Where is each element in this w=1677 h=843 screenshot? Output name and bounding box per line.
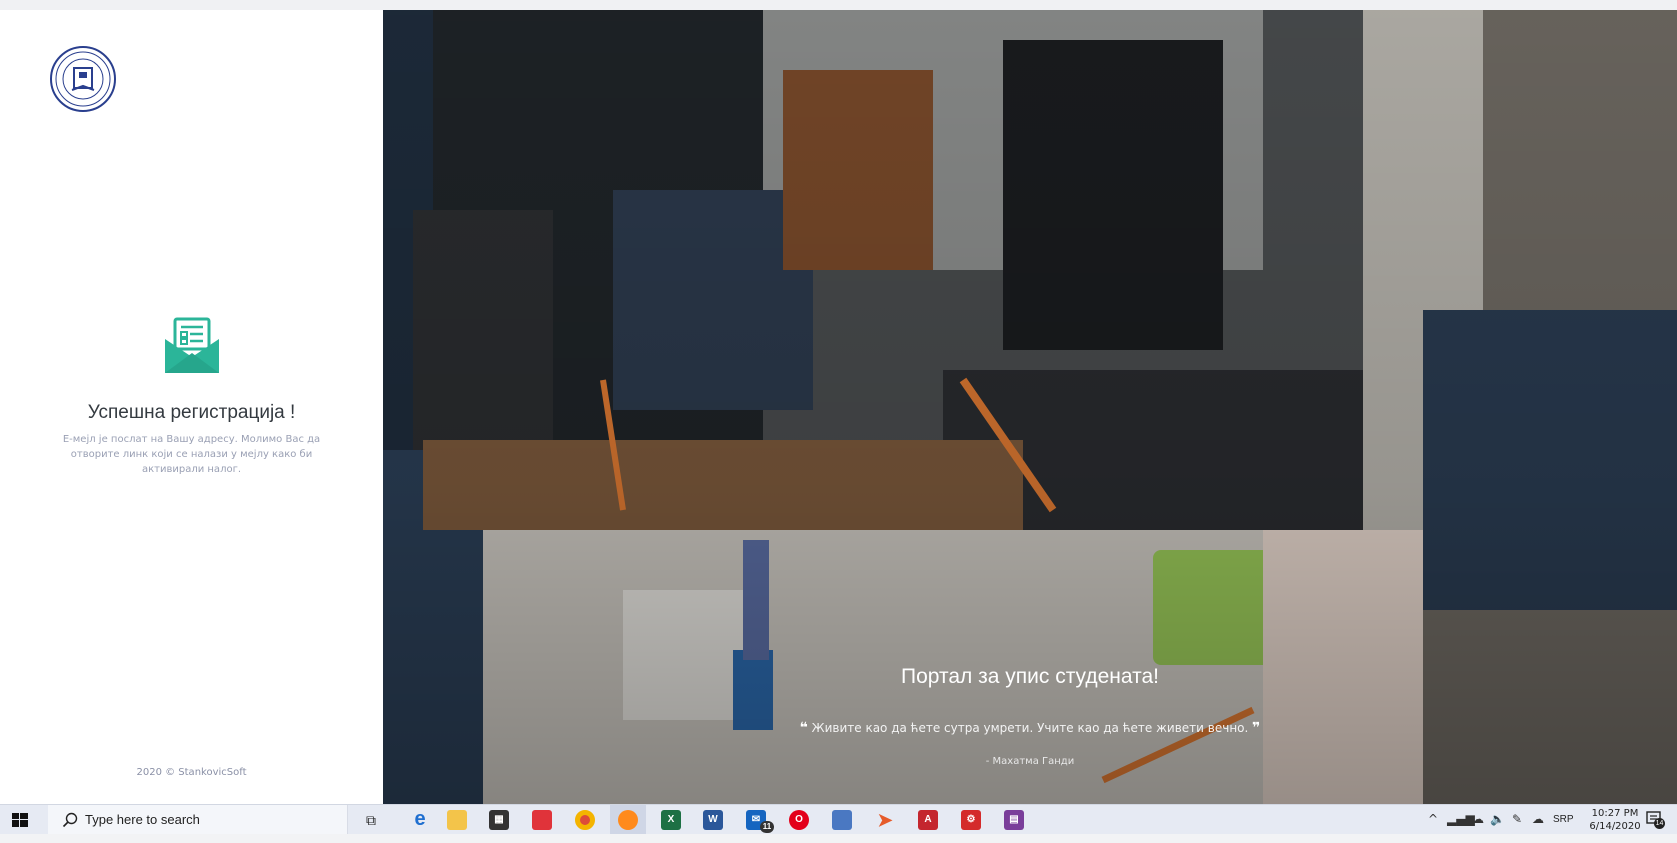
search-placeholder: Type here to search	[85, 812, 200, 827]
portal-title: Портал за упис студената!	[900, 665, 1160, 688]
volume-icon[interactable]: 🔈	[1490, 812, 1505, 826]
chevron-up-icon[interactable]: ^	[1428, 812, 1438, 826]
success-description: Е-мејл је послат на Вашу адресу. Молимо …	[62, 434, 321, 475]
windows-taskbar: Type here to search ⧉ e ▦ X W ✉ 11 O ➤ A…	[0, 804, 1677, 834]
hero-banner: Портал за упис студената! ❝ Живите као д…	[383, 10, 1677, 804]
acrobat-icon[interactable]: A	[918, 810, 938, 830]
notification-badge: 14	[1654, 818, 1665, 829]
success-title: Успешна регистрација !	[87, 402, 296, 423]
search-icon	[62, 812, 78, 828]
app-red-icon[interactable]	[532, 810, 552, 830]
task-view-icon[interactable]: ⧉	[361, 810, 381, 830]
language-indicator[interactable]: SRP	[1553, 814, 1574, 843]
copyright-text: 2020 © StankovicSoft	[136, 767, 247, 778]
word-icon[interactable]: W	[703, 810, 723, 830]
mail-badge: 11	[760, 821, 774, 833]
chrome-icon[interactable]	[575, 810, 595, 830]
onedrive-icon[interactable]: ☁	[1472, 812, 1484, 826]
gear-app-icon[interactable]: ⚙	[961, 810, 981, 830]
clock-date: 6/14/2020	[1589, 821, 1641, 832]
opera-icon[interactable]: O	[789, 810, 809, 830]
taskbar-search[interactable]: Type here to search	[48, 805, 348, 834]
seal-icon	[55, 51, 111, 107]
excel-icon[interactable]: X	[661, 810, 681, 830]
firefox-icon[interactable]	[618, 810, 638, 830]
registration-panel: Успешна регистрација ! Е-мејл је послат …	[0, 10, 383, 804]
network-icon[interactable]: ▂▄▆	[1447, 812, 1475, 826]
close-quote-icon: ❞	[1252, 720, 1261, 736]
cloud-upload-icon[interactable]: ☁	[1532, 812, 1544, 826]
file-explorer-icon[interactable]	[447, 810, 467, 830]
pen-icon[interactable]: ✎	[1512, 812, 1522, 826]
notification-center[interactable]: 14	[1646, 811, 1665, 829]
success-message: Успешна регистрација ! Е-мејл је послат …	[0, 315, 383, 477]
mail-document-icon	[164, 317, 219, 373]
browser-top-strip	[0, 0, 1677, 10]
clock[interactable]: 10:27 PM 6/14/2020	[1588, 807, 1642, 833]
windows-start-icon[interactable]	[12, 813, 28, 827]
quote-author: - Махатма Ганди	[985, 756, 1075, 767]
store-icon[interactable]: ▦	[489, 810, 509, 830]
app-orange-icon[interactable]: ➤	[875, 810, 895, 830]
clock-time: 10:27 PM	[1591, 808, 1639, 819]
app-blue-icon[interactable]	[832, 810, 852, 830]
quote-text: Живите као да ћете сутра умрети. Учите к…	[811, 721, 1249, 735]
winrar-icon[interactable]: ▤	[1004, 810, 1024, 830]
open-quote-icon: ❝	[799, 720, 808, 736]
quote: ❝ Живите као да ћете сутра умрети. Учите…	[383, 720, 1677, 736]
university-logo[interactable]	[50, 46, 116, 112]
edge-icon[interactable]: e	[410, 809, 430, 830]
